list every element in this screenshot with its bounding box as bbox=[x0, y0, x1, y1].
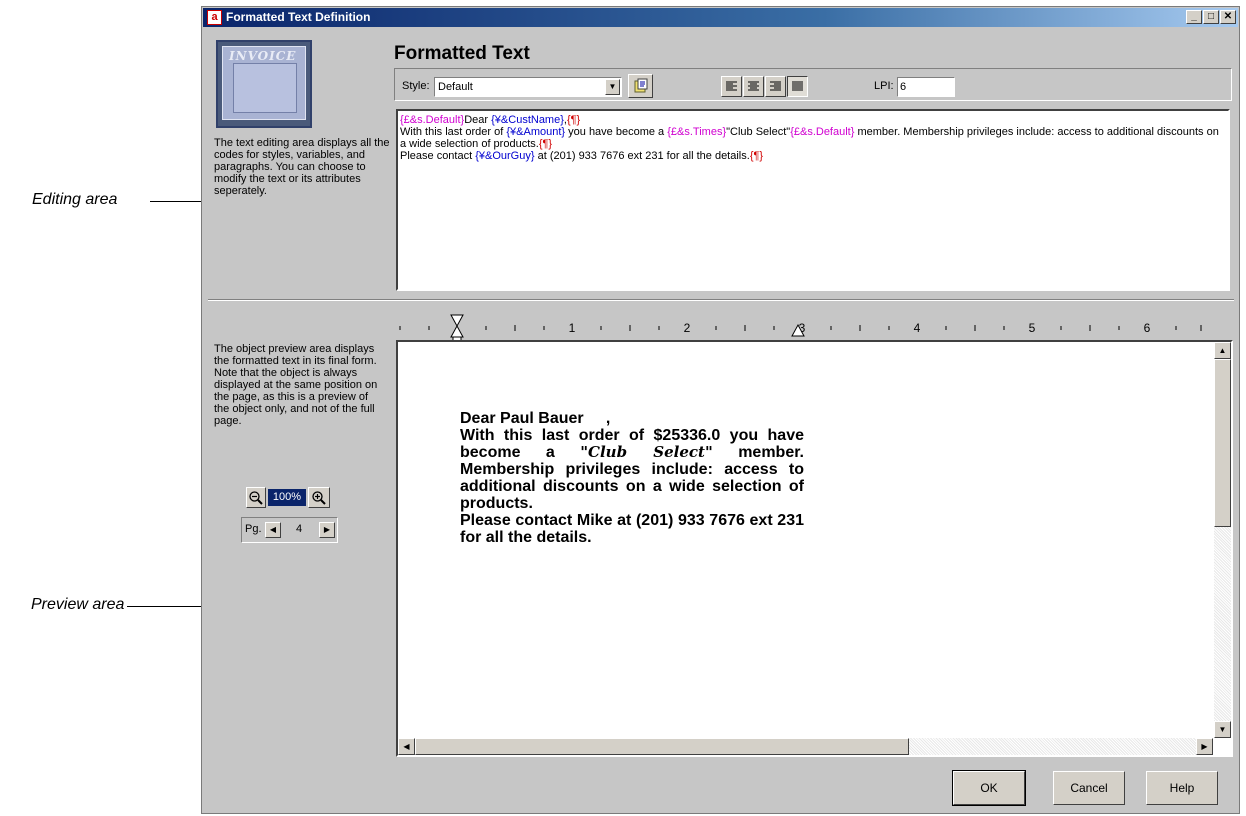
preview-help-text: The object preview area displays the for… bbox=[214, 343, 378, 427]
editor-code: {¶} bbox=[566, 114, 581, 126]
left-margin-marker[interactable] bbox=[450, 314, 464, 342]
ruler-label: 2 bbox=[684, 321, 691, 335]
align-right-button[interactable] bbox=[765, 76, 786, 97]
editor-line-3: Please contact {¥&OurGuy} at (201) 933 7… bbox=[400, 150, 1226, 162]
splitter[interactable] bbox=[208, 299, 1234, 301]
lpi-input[interactable]: 6 bbox=[897, 77, 955, 97]
app-icon[interactable]: a bbox=[207, 10, 222, 25]
editor-text: With this last order of bbox=[400, 126, 507, 138]
editor-code: {¥&OurGuy} bbox=[475, 150, 535, 162]
justify-icon bbox=[792, 81, 803, 91]
editing-help-text: The text editing area displays all the c… bbox=[214, 137, 390, 197]
invoice-thumbnail-sheet bbox=[233, 63, 297, 113]
invoice-thumbnail-label: INVOICE bbox=[229, 49, 297, 63]
page-number: 4 bbox=[296, 523, 303, 535]
scroll-up-arrow[interactable]: ▲ bbox=[1214, 342, 1231, 359]
ruler-label: 5 bbox=[1029, 321, 1036, 335]
ruler: 1 2 3 4 5 6 bbox=[396, 314, 1232, 342]
editor-line-2: With this last order of {¥&Amount} you h… bbox=[400, 126, 1226, 150]
scroll-down-arrow[interactable]: ▼ bbox=[1214, 721, 1231, 738]
style-select[interactable]: Default ▼ bbox=[434, 77, 622, 97]
editor-code: {¥&Amount} bbox=[506, 126, 566, 138]
preview-area-callout: Preview area bbox=[31, 596, 125, 613]
editor-code: {¶} bbox=[538, 138, 553, 150]
text-editing-area[interactable]: {£&s.Default}Dear {¥&CustName},{¶} With … bbox=[396, 109, 1230, 291]
ruler-label: 6 bbox=[1144, 321, 1151, 335]
vertical-scroll-thumb[interactable] bbox=[1214, 359, 1231, 527]
editor-text: "Club Select" bbox=[726, 126, 791, 138]
preview-area: Dear Paul Bauer , With this last order o… bbox=[396, 340, 1233, 757]
scroll-right-arrow[interactable]: ▶ bbox=[1196, 738, 1213, 755]
lpi-value: 6 bbox=[900, 81, 907, 93]
formatted-text-dialog: a Formatted Text Definition _ □ ✕ INVOIC… bbox=[201, 6, 1240, 814]
editing-area-callout: Editing area bbox=[32, 191, 118, 208]
align-center-icon bbox=[748, 81, 759, 91]
window-title: Formatted Text Definition bbox=[226, 10, 371, 24]
format-toolbar: Style: Default ▼ LPI: 6 bbox=[394, 68, 1232, 101]
editor-text: you have become a bbox=[565, 126, 668, 138]
ruler-ticks: 1 2 3 4 5 6 bbox=[399, 314, 1202, 342]
editor-code: {£&s.Default} bbox=[790, 126, 855, 138]
editor-text: Dear bbox=[464, 114, 492, 126]
minimize-button[interactable]: _ bbox=[1186, 10, 1202, 24]
editor-code: {£&s.Times} bbox=[667, 126, 727, 138]
ruler-label: 1 bbox=[569, 321, 576, 335]
page-navigator: Pg. ◀ 4 ▶ bbox=[241, 517, 338, 543]
lpi-label: LPI: bbox=[874, 80, 894, 92]
ruler-label: 4 bbox=[914, 321, 921, 335]
style-edit-icon bbox=[634, 78, 647, 93]
help-button[interactable]: Help bbox=[1146, 771, 1218, 805]
editor-text: Please contact bbox=[400, 150, 476, 162]
editor-code: {£&s.Default} bbox=[400, 114, 465, 126]
zoom-level: 100% bbox=[268, 489, 306, 506]
align-center-button[interactable] bbox=[743, 76, 764, 97]
ok-button[interactable]: OK bbox=[952, 770, 1026, 806]
preview-club-select: "Club Select" bbox=[580, 443, 713, 461]
align-left-button[interactable] bbox=[721, 76, 742, 97]
zoom-out-icon bbox=[249, 491, 263, 505]
maximize-button[interactable]: □ bbox=[1203, 10, 1219, 24]
invoice-thumbnail: INVOICE bbox=[216, 40, 312, 128]
horizontal-scrollbar[interactable]: ◀ ▶ bbox=[398, 738, 1213, 755]
next-page-button[interactable]: ▶ bbox=[319, 522, 335, 538]
vertical-scrollbar[interactable]: ▲ ▼ bbox=[1214, 342, 1231, 738]
editor-text: at (201) 933 7676 ext 231 for all the de… bbox=[534, 150, 750, 162]
page-title: Formatted Text bbox=[394, 43, 530, 64]
align-left-icon bbox=[726, 81, 737, 91]
editor-code: {¶} bbox=[749, 150, 764, 162]
justify-button[interactable] bbox=[787, 76, 808, 97]
preview-line-1: Dear Paul Bauer , bbox=[460, 410, 611, 427]
editor-code: {¥&CustName} bbox=[491, 114, 564, 126]
prev-page-button[interactable]: ◀ bbox=[265, 522, 281, 538]
editor-line-1: {£&s.Default}Dear {¥&CustName},{¶} bbox=[400, 114, 1226, 126]
style-select-value: Default bbox=[438, 81, 473, 93]
invoice-thumbnail-page: INVOICE bbox=[222, 46, 306, 120]
title-bar[interactable]: a Formatted Text Definition _ □ ✕ bbox=[203, 8, 1238, 27]
page-label: Pg. bbox=[245, 523, 262, 535]
scroll-left-arrow[interactable]: ◀ bbox=[398, 738, 415, 755]
style-label: Style: bbox=[402, 80, 430, 92]
align-right-icon bbox=[770, 81, 781, 91]
close-button[interactable]: ✕ bbox=[1220, 10, 1236, 24]
style-edit-button[interactable] bbox=[628, 74, 653, 98]
preview-paragraph-2: With this last order of $25336.0 you hav… bbox=[460, 427, 804, 512]
zoom-in-button[interactable] bbox=[308, 487, 330, 508]
chevron-down-icon[interactable]: ▼ bbox=[605, 79, 620, 95]
zoom-in-icon bbox=[312, 491, 326, 505]
horizontal-scroll-thumb[interactable] bbox=[415, 738, 909, 755]
preview-line-3: Please contact Mike at (201) 933 7676 ex… bbox=[460, 512, 804, 546]
preview-text: Dear Paul Bauer , With this last order o… bbox=[460, 410, 804, 546]
cancel-button[interactable]: Cancel bbox=[1053, 771, 1125, 805]
zoom-out-button[interactable] bbox=[246, 487, 266, 508]
